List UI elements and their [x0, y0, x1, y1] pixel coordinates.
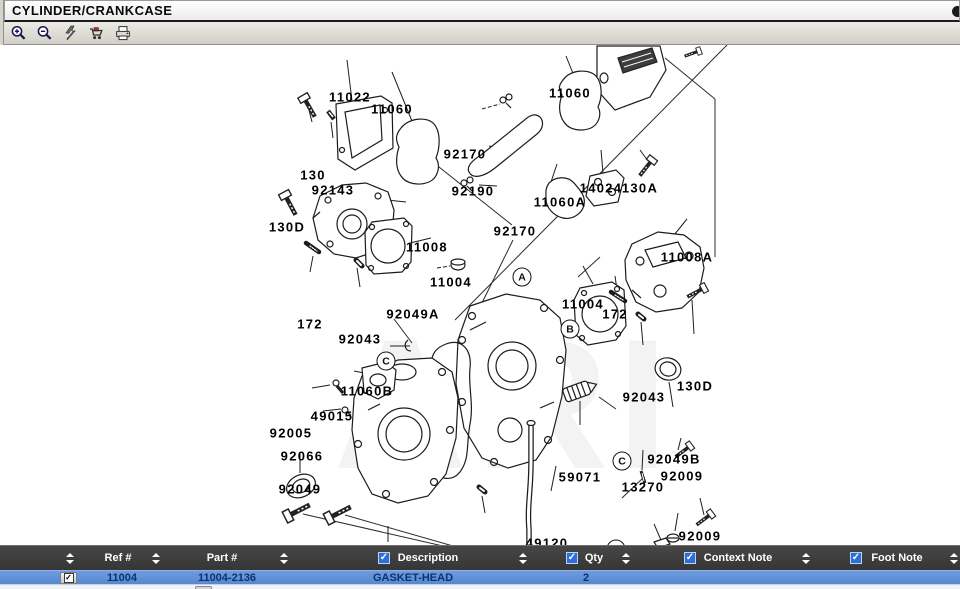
add-to-cart-button[interactable]: [86, 24, 107, 43]
callout-b: B: [561, 320, 580, 339]
column-header-qty[interactable]: Qty: [585, 552, 603, 564]
table-row-selected[interactable]: ✓ 11004 11004-2136 GASKET-HEAD 2: [0, 570, 960, 584]
drawing-clamp-92170-top: [500, 94, 512, 108]
titlebar-corner-glyph: [952, 6, 959, 17]
sort-icon[interactable]: [152, 553, 160, 564]
drawing-gasket-11060-left: [397, 119, 440, 184]
print-icon: [114, 25, 132, 41]
part-label-92049a[interactable]: 92049A: [386, 307, 439, 322]
sort-icon[interactable]: [66, 553, 74, 564]
part-label-92190[interactable]: 92190: [452, 184, 495, 199]
part-label-172-2[interactable]: 172: [602, 307, 628, 322]
cell-part: 11004-2136: [198, 571, 256, 585]
diagram-area: ARI: [0, 45, 960, 545]
part-label-130d[interactable]: 130D: [269, 220, 305, 235]
parts-table-header: Ref # Part # ✓ Description ✓ Qty ✓ Conte…: [0, 545, 960, 570]
drawing-clip-13183: [667, 534, 679, 542]
table-row-partial[interactable]: [0, 584, 960, 589]
part-label-92009[interactable]: 92009: [661, 469, 704, 484]
part-label-92170-2[interactable]: 92170: [494, 224, 537, 239]
part-label-11060[interactable]: 11060: [371, 102, 413, 117]
column-header-foot-note[interactable]: Foot Note: [871, 552, 922, 564]
part-label-92009-2[interactable]: 92009: [679, 529, 722, 544]
part-label-13270[interactable]: 13270: [622, 480, 665, 495]
part-label-92170[interactable]: 92170: [444, 147, 487, 162]
sort-icon[interactable]: [950, 553, 958, 564]
part-label-172[interactable]: 172: [297, 317, 323, 332]
zoom-in-button[interactable]: [8, 24, 29, 43]
drawing-gasket-11060-top: [559, 71, 601, 130]
part-label-92005[interactable]: 92005: [270, 426, 313, 441]
zoom-out-icon: [36, 25, 54, 41]
lightning-icon: [62, 25, 80, 41]
cell-qty: 2: [583, 571, 589, 585]
column-checkbox-foot-note[interactable]: ✓: [850, 552, 862, 564]
part-label-11004[interactable]: 11004: [430, 275, 472, 290]
column-header-context-note[interactable]: Context Note: [704, 552, 772, 564]
part-label-92043-2[interactable]: 92043: [623, 390, 666, 405]
part-label-92066[interactable]: 92066: [281, 449, 324, 464]
column-header-description[interactable]: Description: [398, 552, 459, 564]
sort-icon[interactable]: [622, 553, 630, 564]
page-title-bar: CYLINDER/CRANKCASE: [4, 0, 960, 22]
part-label-130[interactable]: 130: [300, 168, 326, 183]
part-label-11060-top[interactable]: 11060: [549, 86, 591, 101]
checkbox-checked-icon: ✓: [64, 573, 74, 583]
cell-description: GASKET-HEAD: [373, 571, 453, 585]
part-label-11008[interactable]: 11008: [406, 240, 448, 255]
exploded-parts-drawing: ARI: [0, 45, 960, 545]
column-checkbox-context-note[interactable]: ✓: [684, 552, 696, 564]
column-checkbox-description[interactable]: ✓: [378, 552, 390, 564]
part-label-59071[interactable]: 59071: [559, 470, 602, 485]
callout-a: A: [513, 268, 532, 287]
column-header-ref[interactable]: Ref #: [105, 552, 132, 564]
callout-c: C: [377, 352, 396, 371]
part-label-11060b[interactable]: 11060B: [341, 384, 394, 399]
print-button[interactable]: [112, 24, 133, 43]
part-label-14024[interactable]: 14024: [580, 181, 623, 196]
drawing-cap-92049a: [451, 259, 465, 270]
zoom-in-icon: [10, 25, 28, 41]
drawing-rocker-cover: [597, 46, 666, 110]
callout-c-2: C: [613, 452, 632, 471]
zoom-out-button[interactable]: [34, 24, 55, 43]
sort-icon[interactable]: [802, 553, 810, 564]
part-label-11008a[interactable]: 11008A: [661, 250, 714, 265]
part-label-130a[interactable]: 130A: [622, 181, 658, 196]
page-title: CYLINDER/CRANKCASE: [12, 3, 172, 18]
diagram-toolbar: [4, 22, 960, 45]
sort-icon[interactable]: [519, 553, 527, 564]
part-label-92143[interactable]: 92143: [312, 183, 355, 198]
column-header-part[interactable]: Part #: [207, 552, 238, 564]
part-label-49120[interactable]: 49120: [526, 536, 569, 546]
part-label-92049[interactable]: 92049: [279, 482, 322, 497]
part-label-92043[interactable]: 92043: [339, 332, 382, 347]
parts-cart-icon: [88, 25, 106, 41]
row-checkbox[interactable]: ✓: [60, 572, 77, 584]
part-label-130d-2[interactable]: 130D: [677, 379, 713, 394]
part-label-11060a[interactable]: 11060A: [534, 195, 587, 210]
part-label-11022[interactable]: 11022: [329, 90, 371, 105]
part-label-92049b[interactable]: 92049B: [647, 452, 700, 467]
column-checkbox-qty[interactable]: ✓: [566, 552, 578, 564]
drawing-gasket-11004-left: [365, 218, 412, 274]
sort-icon[interactable]: [280, 553, 288, 564]
part-label-11004-2[interactable]: 11004: [562, 297, 604, 312]
part-label-49015[interactable]: 49015: [311, 409, 354, 424]
cell-ref: 11004: [107, 571, 137, 585]
hotspot-button[interactable]: [60, 24, 81, 43]
